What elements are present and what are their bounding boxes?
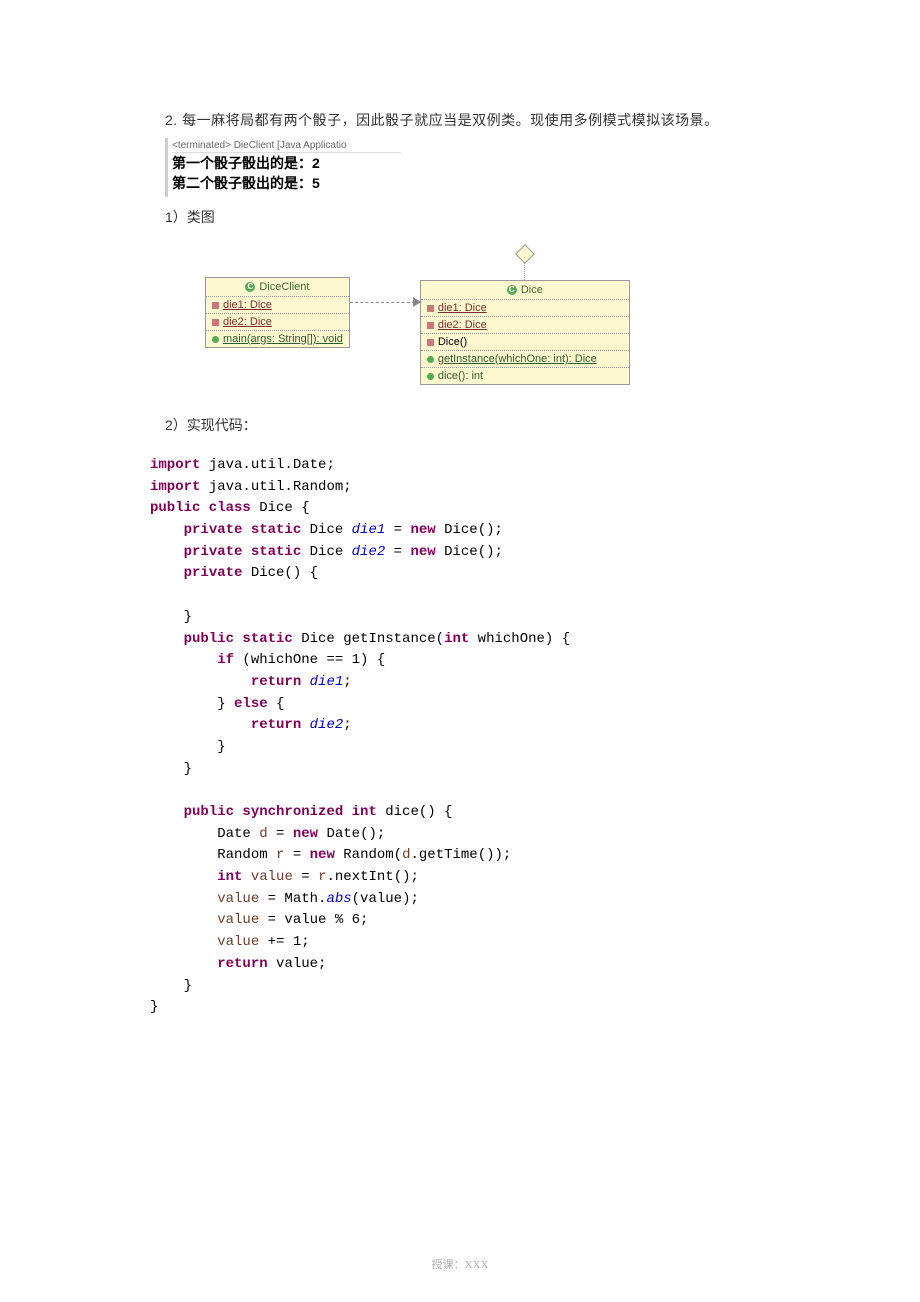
uml-diceclient-field1: die1: Dice <box>206 297 349 314</box>
console-line-2: 第二个骰子骰出的是：5 <box>172 173 401 193</box>
uml-dice-title-text: Dice <box>521 284 543 296</box>
uml-diceclient-field2: die2: Dice <box>206 314 349 331</box>
uml-dice-field1: die1: Dice <box>421 300 629 317</box>
intro-text: 2. 每一麻将局都有两个骰子，因此骰子就应当是双例类。现使用多例模式模拟该场景。 <box>165 110 820 130</box>
uml-diceclient-main: main(args: String[]): void <box>206 331 349 347</box>
uml-diceclient: CDiceClient die1: Dice die2: Dice main(a… <box>205 277 350 348</box>
page: 2. 每一麻将局都有两个骰子，因此骰子就应当是双例类。现使用多例模式模拟该场景。… <box>0 0 920 1302</box>
uml-dice-title: CDice <box>421 281 629 300</box>
section-classdiagram: 1）类图 <box>165 207 820 227</box>
footer: 授课：XXX <box>0 1256 920 1272</box>
uml-dice-dice: dice(): int <box>421 368 629 384</box>
uml-dice-ctor: Dice() <box>421 334 629 351</box>
console-output: <terminated> DieClient [Java Applicatio … <box>165 138 405 197</box>
console-header: <terminated> DieClient [Java Applicatio <box>172 140 401 153</box>
uml-dice: CDice die1: Dice die2: Dice Dice() getIn… <box>420 280 630 385</box>
uml-diagram: CDiceClient die1: Dice die2: Dice main(a… <box>205 247 820 385</box>
uml-dice-getinstance: getInstance(whichOne: int): Dice <box>421 351 629 368</box>
uml-dice-field2: die2: Dice <box>421 317 629 334</box>
console-line-1: 第一个骰子骰出的是：2 <box>172 153 401 173</box>
interface-diamond-icon <box>515 244 535 264</box>
uml-diceclient-title: CDiceClient <box>206 278 349 297</box>
section-code: 2）实现代码： <box>165 415 820 435</box>
code-block: import java.util.Date; import java.util.… <box>150 455 820 1019</box>
uml-diceclient-title-text: DiceClient <box>259 281 309 293</box>
uml-dependency-arrow <box>350 247 420 337</box>
